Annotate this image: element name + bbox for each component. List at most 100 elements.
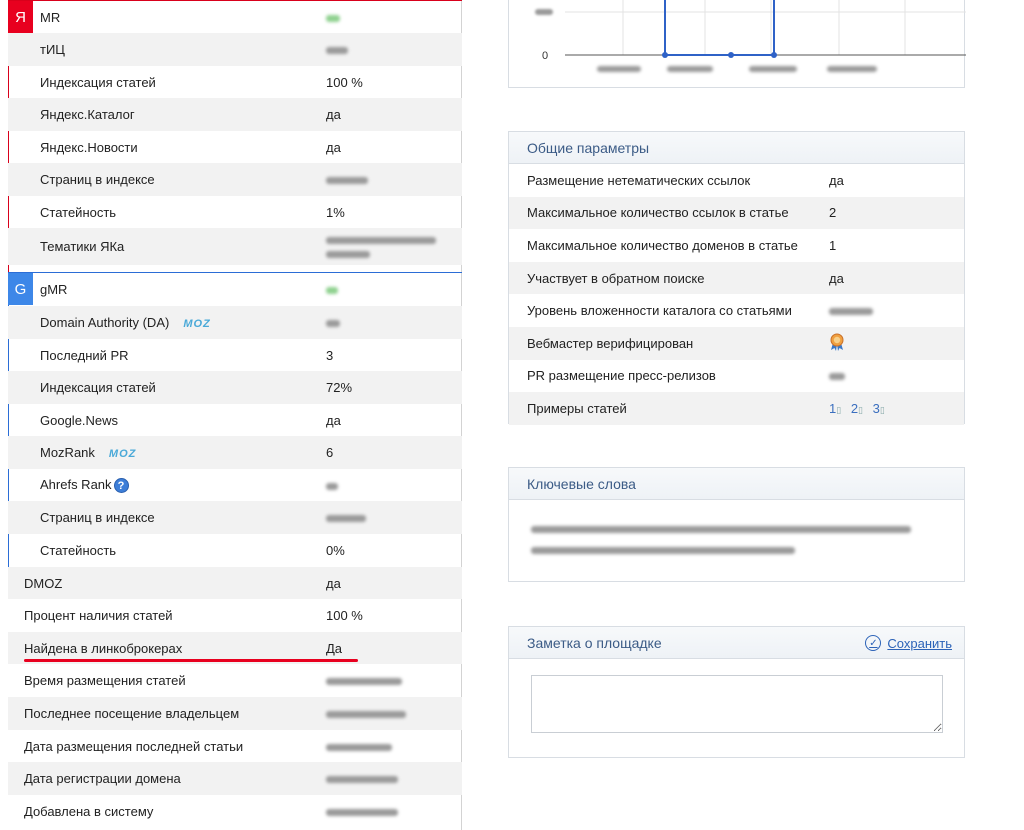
row-label: MR <box>40 9 61 25</box>
example-links: 1▯ 2▯ 3▯ <box>829 401 891 416</box>
row-label: Дата размещения последней статьи <box>24 738 244 754</box>
param-value <box>829 368 845 383</box>
row-label: Страниц в индексе <box>40 172 155 187</box>
example-link-2[interactable]: 2 <box>851 401 858 416</box>
row-label: Время размещения статей <box>24 673 186 688</box>
data-point <box>771 52 777 58</box>
row-value: 1% <box>326 204 345 220</box>
google-row-gmr: gMR <box>8 273 462 306</box>
param-value: 2 <box>829 205 837 221</box>
row-label: Яндекс.Новости <box>40 139 138 155</box>
note-textarea[interactable] <box>531 675 943 733</box>
param-label: PR размещение пресс-релизов <box>527 368 716 384</box>
yandex-row-indexing: Индексация статей 100 % <box>8 66 462 98</box>
row-value <box>326 478 338 493</box>
row-label: MozRank MOZ <box>40 445 136 460</box>
data-point <box>728 52 734 58</box>
yandex-row-tic: тИЦ <box>8 33 462 66</box>
keywords-content <box>531 526 911 554</box>
x-tick-label <box>597 66 641 72</box>
param-row-examples: Примеры статей 1▯ 2▯ 3▯ <box>509 392 964 425</box>
row-placement-time: Время размещения статей <box>8 664 462 697</box>
row-value <box>326 771 398 786</box>
panel-header: Заметка о площадке ✓ Сохранить <box>509 627 964 659</box>
row-value <box>326 282 338 297</box>
row-label: Дата регистрации домена <box>24 771 181 786</box>
row-value <box>326 42 348 57</box>
param-row-reverse-search: Участвует в обратном поиске да <box>509 261 964 295</box>
row-value: 3 <box>326 347 334 363</box>
x-tick-labels <box>597 66 877 72</box>
row-value <box>326 233 436 261</box>
row-label: Статейность <box>40 542 117 558</box>
row-label-text: MozRank <box>40 445 95 460</box>
row-value: Да <box>326 640 343 656</box>
tick-label-zero: 0 <box>542 50 548 62</box>
param-label: Уровень вложенности каталога со статьями <box>527 303 792 319</box>
series-line <box>664 0 775 56</box>
row-label: Добавлена в систему <box>24 803 154 819</box>
param-row-max-links: Максимальное количество ссылок в статье … <box>509 196 964 230</box>
row-value: 100 % <box>326 608 363 623</box>
x-tick-label <box>667 66 713 72</box>
google-row-indexing: Индексация статей 72% <box>8 371 462 404</box>
check-circle-icon: ✓ <box>865 635 882 651</box>
panel-title: Ключевые слова <box>527 476 636 492</box>
verified-award-icon <box>830 333 844 351</box>
yandex-logo-icon: Я <box>8 1 33 33</box>
google-row-mozrank: MozRank MOZ 6 <box>8 436 462 469</box>
external-link-icon: ▯ <box>879 404 885 415</box>
chart-grid <box>565 0 966 55</box>
google-row-pr: Последний PR 3 <box>8 339 462 371</box>
panel-title: Общие параметры <box>527 140 650 156</box>
google-row-pages: Страниц в индексе <box>8 501 462 534</box>
row-value: 72% <box>326 380 353 395</box>
param-label: Вебмастер верифицирован <box>527 335 694 351</box>
param-label: Максимальное количество доменов в статье <box>527 237 798 253</box>
param-value: да <box>829 172 844 188</box>
site-stats-table: Я MR тИЦ Индексация статей 100 % Яндекс.… <box>8 0 462 830</box>
note-panel: Заметка о площадке ✓ Сохранить <box>508 626 965 758</box>
param-label: Максимальное количество ссылок в статье <box>527 205 789 221</box>
row-value <box>326 673 402 688</box>
param-label: Размещение нетематических ссылок <box>527 172 751 188</box>
row-value: 0% <box>326 542 345 558</box>
highlight-underline <box>24 659 358 662</box>
google-row-article-ratio: Статейность 0% <box>8 534 462 566</box>
activity-chart: 0 <box>535 0 966 72</box>
row-label: gMR <box>40 282 68 297</box>
row-value <box>326 804 398 819</box>
general-params-panel: Общие параметры Размещение нетематически… <box>508 131 965 425</box>
row-label: Тематики ЯКа <box>40 239 125 254</box>
panel-header: Общие параметры <box>509 132 964 164</box>
row-label: Индексация статей <box>40 380 156 395</box>
row-label: тИЦ <box>40 42 65 57</box>
row-label: DMOZ <box>24 575 63 591</box>
param-row-max-domains: Максимальное количество доменов в статье… <box>509 229 964 262</box>
param-value: да <box>829 270 844 286</box>
row-value <box>326 706 406 721</box>
save-note-button[interactable]: ✓ Сохранить <box>865 635 952 651</box>
google-row-news: Google.News да <box>8 404 462 436</box>
row-label-text: Ahrefs Rank <box>40 476 112 492</box>
param-value <box>829 303 873 318</box>
google-group: G gMR Domain Authority (DA) MOZ Последний… <box>8 272 462 567</box>
google-row-ahrefs: Ahrefs Rank? <box>8 469 462 501</box>
moz-logo-icon: MOZ <box>108 447 137 460</box>
x-tick-label <box>827 66 877 72</box>
row-last-article-date: Дата размещения последней статьи <box>8 730 462 762</box>
row-label: Domain Authority (DA) MOZ <box>40 315 211 330</box>
tick-label-top <box>535 9 553 15</box>
row-owner-last-visit: Последнее посещение владельцем <box>8 697 462 730</box>
panel-header: Ключевые слова <box>509 468 964 500</box>
row-value: 100 % <box>326 74 363 90</box>
row-value: да <box>326 575 341 591</box>
help-icon[interactable]: ? <box>113 478 129 494</box>
row-value: да <box>326 139 341 155</box>
row-label: Яндекс.Каталог <box>40 107 135 122</box>
param-value <box>829 333 845 354</box>
google-logo-icon: G <box>8 273 33 305</box>
data-point <box>662 52 668 58</box>
example-link-3[interactable]: 3 <box>873 401 880 416</box>
yandex-group: Я MR тИЦ Индексация статей 100 % Яндекс.… <box>8 0 462 272</box>
